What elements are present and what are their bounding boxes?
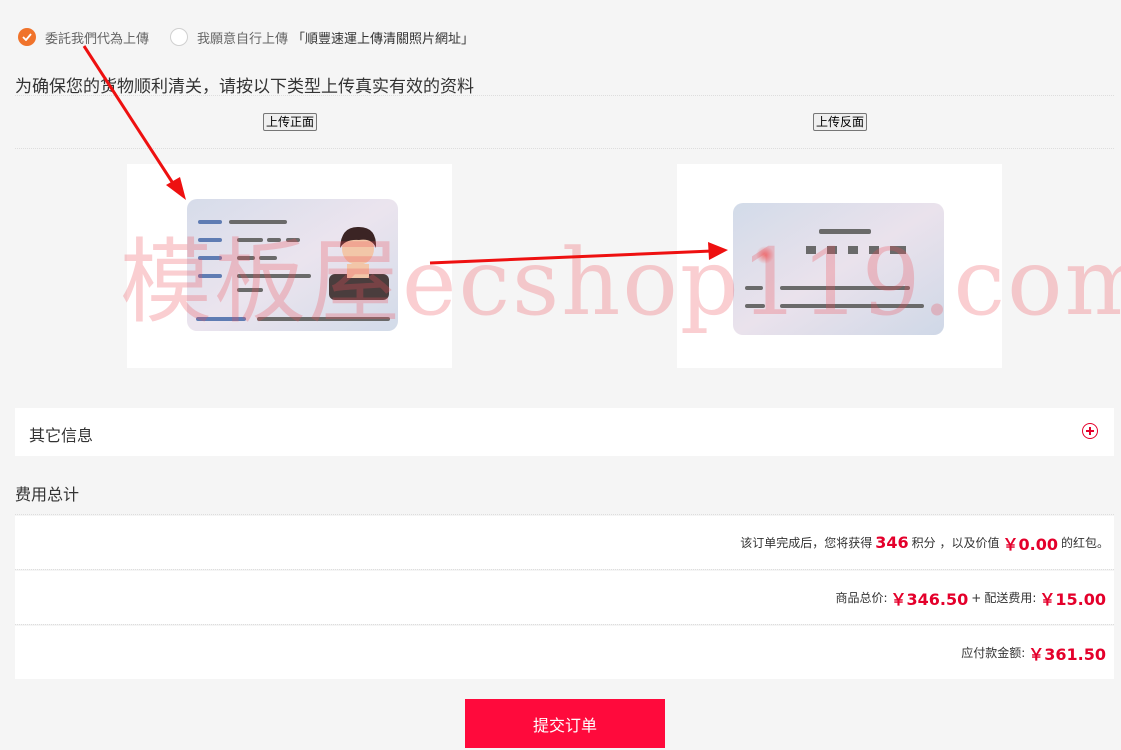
id-upload-title: 为确保您的货物顺利清关，请按以下类型上传真实有效的资料 [15, 77, 474, 97]
divider [15, 514, 1114, 515]
radio-checked-icon[interactable] [18, 28, 36, 46]
sf-upload-link[interactable]: 「順豐速運上傳清關照片網址」 [292, 28, 474, 47]
bonus-value: ￥0.00 [1002, 534, 1058, 554]
payable-value: ￥361.50 [1028, 644, 1106, 664]
upload-back-button[interactable]: 上传反面 [813, 113, 868, 131]
other-info-label: 其它信息 [29, 426, 94, 445]
payable-label: 应付款金额: [961, 646, 1026, 660]
fee-summary-title: 费用总计 [15, 485, 80, 504]
shipping-value: ￥15.00 [1039, 589, 1106, 609]
divider [15, 95, 1114, 96]
submit-order-button[interactable]: 提交订单 [465, 699, 665, 748]
radio-unchecked-icon[interactable] [170, 28, 189, 46]
divider [15, 148, 1114, 149]
divider [15, 624, 1114, 625]
points-suffix: 积分 ，以及价值 [911, 536, 1000, 550]
upload-method-options: 委託我們代為上傳 我願意自行上傳 「順豐速運上傳清關照片網址」 [18, 26, 474, 48]
id-card-front-preview[interactable] [127, 164, 452, 368]
plus-sign: + [971, 590, 982, 605]
points-prefix: 该订单完成后，您将获得 [740, 536, 873, 550]
points-row: 该订单完成后，您将获得 346 积分 ，以及价值 ￥0.00 的红包。 [15, 516, 1114, 569]
bonus-suffix: 的红包。 [1060, 536, 1109, 550]
option-self-upload-label[interactable]: 我願意自行上傳 [197, 28, 288, 47]
shipping-label: 配送费用: [984, 591, 1037, 605]
goods-total-value: ￥346.50 [890, 589, 969, 609]
plus-circle-icon[interactable] [1082, 423, 1098, 439]
goods-total-label: 商品总价: [835, 591, 888, 605]
option-delegate-upload-label[interactable]: 委託我們代為上傳 [45, 28, 149, 47]
upload-front-button[interactable]: 上传正面 [263, 113, 318, 131]
id-card-back-icon [733, 203, 944, 335]
points-value: 346 [875, 533, 909, 552]
id-card-front-icon [187, 199, 398, 331]
id-card-back-preview[interactable] [677, 164, 1002, 368]
other-info-panel[interactable]: 其它信息 [15, 408, 1114, 456]
divider [15, 569, 1114, 570]
payable-row: 应付款金额: ￥361.50 [15, 626, 1114, 679]
goods-shipping-row: 商品总价: ￥346.50 + 配送费用: ￥15.00 [15, 571, 1114, 624]
